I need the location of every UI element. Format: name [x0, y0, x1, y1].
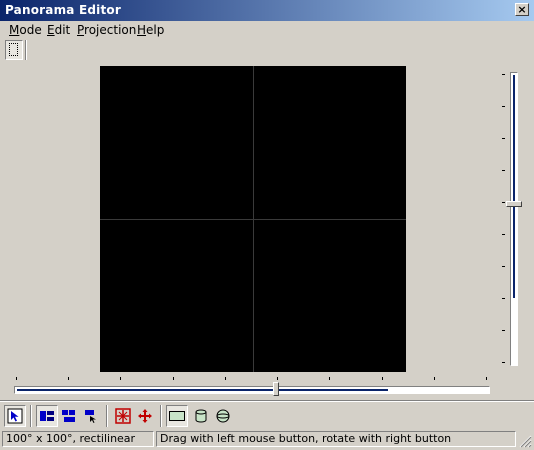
layout-two-button[interactable] [58, 405, 80, 427]
horizontal-slider-tick [382, 377, 383, 380]
horizontal-slider-tick [173, 377, 174, 380]
horizontal-slider-tick [486, 377, 487, 380]
vertical-slider-tick [502, 330, 505, 331]
vertical-slider-tick [502, 170, 505, 171]
menu-edit[interactable]: Edit [47, 23, 70, 37]
window-title: Panorama Editor [5, 3, 121, 17]
vertical-slider-tick [502, 202, 505, 203]
status-projection: 100° x 100°, rectilinear [2, 431, 154, 447]
horizontal-slider-tick [225, 377, 226, 380]
rectilinear-projection-icon [169, 411, 185, 421]
cylindrical-projection-icon [195, 409, 207, 423]
close-button[interactable]: × [515, 3, 529, 16]
status-hint: Drag with left mouse button, rotate with… [156, 431, 516, 447]
view-layout-3-icon [85, 410, 96, 423]
red-move-icon [138, 409, 152, 423]
menu-mode[interactable]: Mode [9, 23, 42, 37]
cylindrical-button[interactable] [190, 405, 212, 427]
horizontal-crosshair [100, 219, 406, 220]
frame-tool-button[interactable] [5, 40, 23, 60]
horizontal-slider-tick [329, 377, 330, 380]
horizontal-slider-tick [434, 377, 435, 380]
grid-tool-button[interactable] [112, 405, 134, 427]
vertical-slider-tick [502, 106, 505, 107]
horizontal-slider-tick [68, 377, 69, 380]
view-layout-1-icon [40, 411, 54, 421]
status-bar: 100° x 100°, rectilinear Drag with left … [0, 430, 534, 450]
spherical-button[interactable] [212, 405, 234, 427]
title-bar[interactable]: Panorama Editor × [0, 0, 534, 21]
vertical-slider-tick [502, 234, 505, 235]
move-tool-button[interactable] [134, 405, 156, 427]
vertical-slider-tick [502, 298, 505, 299]
rectilinear-button[interactable] [166, 405, 188, 427]
horizontal-fov-slider[interactable] [14, 374, 492, 396]
vertical-slider-thumb[interactable] [506, 201, 522, 207]
menu-bar: Mode Edit Projection Help [0, 21, 534, 39]
menu-help[interactable]: Help [137, 23, 164, 37]
menu-projection[interactable]: Projection [77, 23, 136, 37]
vertical-slider-tick [502, 74, 505, 75]
vertical-slider-fill [513, 75, 515, 298]
resize-grip-icon[interactable] [519, 435, 532, 448]
panorama-viewport[interactable] [100, 66, 406, 372]
frame-icon [9, 43, 18, 56]
vertical-slider-tick [502, 266, 505, 267]
spherical-projection-icon [216, 409, 230, 423]
layout-three-button[interactable] [80, 405, 102, 427]
vertical-slider-track [510, 72, 518, 366]
red-grid-icon [115, 408, 131, 424]
view-layout-2-icon [62, 410, 75, 422]
horizontal-slider-fill [17, 389, 388, 391]
toolbar-separator [25, 40, 27, 60]
horizontal-slider-tick [120, 377, 121, 380]
select-tool-button[interactable] [4, 405, 26, 427]
vertical-fov-slider[interactable] [500, 70, 526, 368]
horizontal-slider-track [14, 386, 490, 394]
horizontal-slider-thumb[interactable] [273, 382, 279, 396]
horizontal-slider-tick [16, 377, 17, 380]
vertical-slider-tick [502, 138, 505, 139]
horizontal-slider-tick [277, 377, 278, 380]
vertical-slider-tick [502, 362, 505, 363]
select-arrow-icon [7, 408, 23, 424]
layout-one-button[interactable] [36, 405, 58, 427]
